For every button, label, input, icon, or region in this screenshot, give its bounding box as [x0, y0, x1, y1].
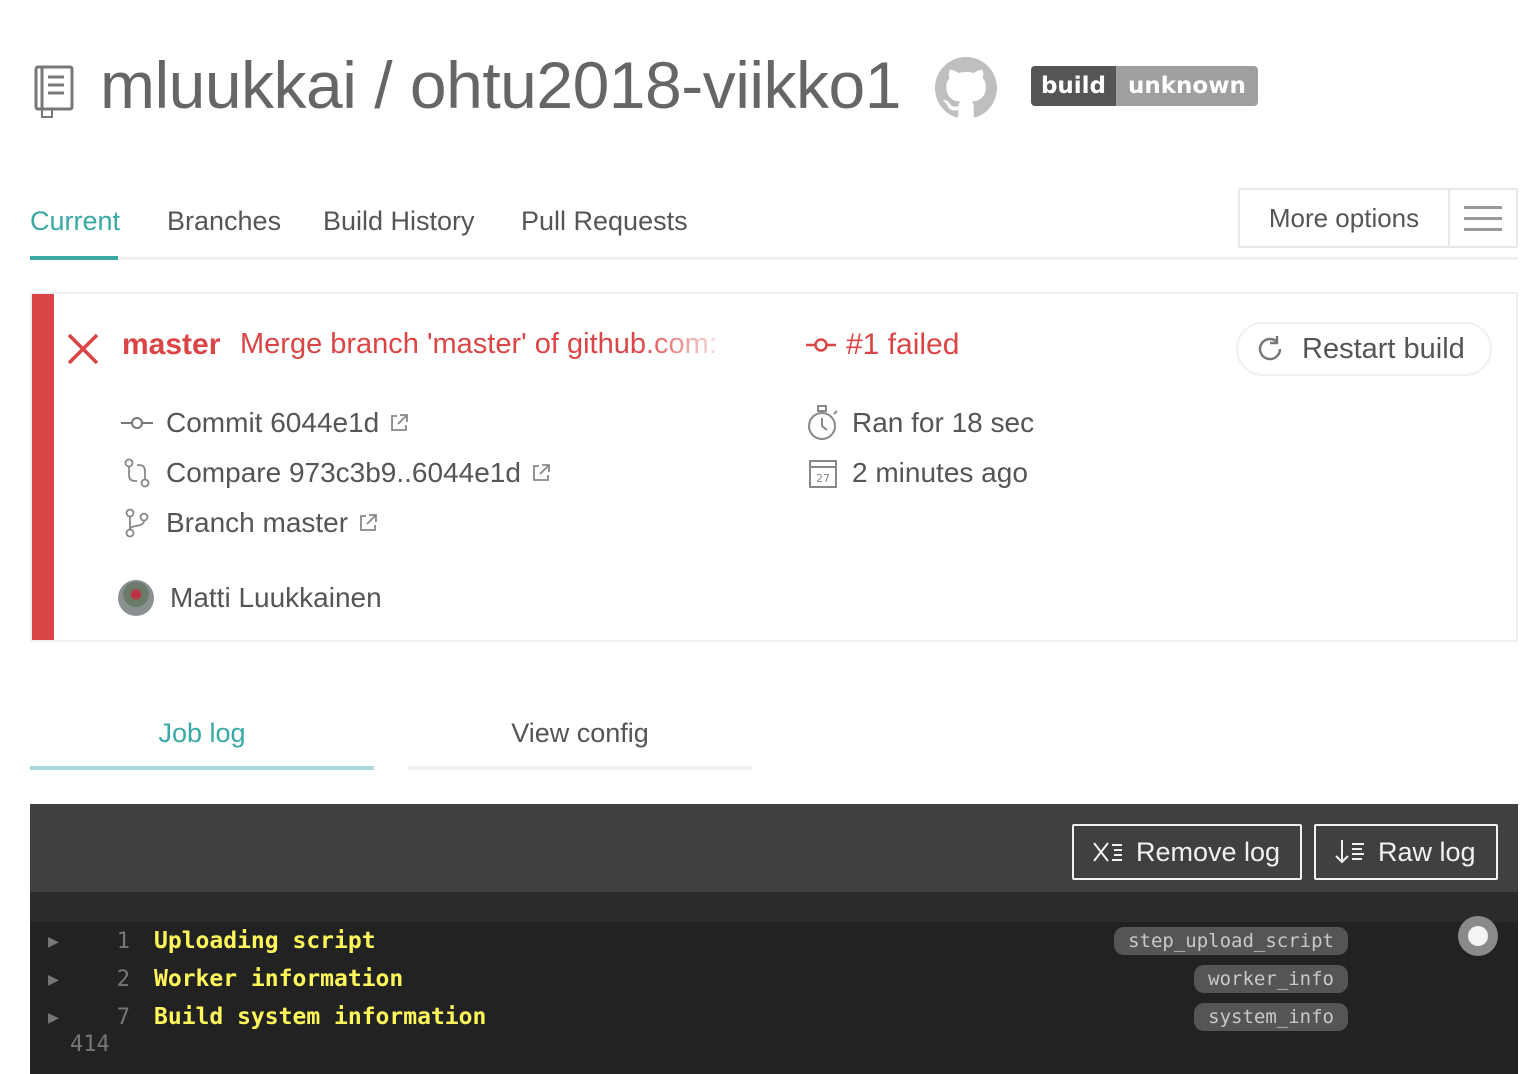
- fold-tag: worker_info: [1194, 965, 1348, 993]
- tab-job-log[interactable]: Job log: [30, 700, 374, 770]
- tab-branches[interactable]: Branches: [167, 206, 281, 237]
- external-link-icon[interactable]: [389, 413, 409, 433]
- log-band: [30, 892, 1518, 922]
- line-number[interactable]: 7: [90, 1005, 130, 1030]
- log-fold-title: Worker information: [154, 966, 404, 992]
- line-number[interactable]: 2: [90, 967, 130, 992]
- scroll-to-end-button[interactable]: [1458, 916, 1498, 956]
- author-row: Matti Luukkainen: [118, 580, 382, 616]
- external-link-icon[interactable]: [358, 513, 378, 533]
- build-status-text: #1 failed: [846, 328, 960, 361]
- repo-title[interactable]: mluukkai / ohtu2018-viikko1: [100, 47, 901, 123]
- duration-row: Ran for 18 sec: [806, 405, 1035, 440]
- compare-icon: [120, 456, 154, 490]
- repo-tabs: Current Branches Build History Pull Requ…: [30, 188, 1518, 260]
- build-number[interactable]: #1 failed: [806, 328, 959, 362]
- more-options-button[interactable]: More options: [1238, 188, 1518, 248]
- compare-link[interactable]: Compare 973c3b9..6044e1d: [166, 457, 521, 489]
- calendar-day: 27: [816, 472, 830, 485]
- log-body: ▶ 1 Uploading script step_upload_script …: [30, 922, 1518, 1036]
- expand-arrow-icon[interactable]: ▶: [48, 1007, 59, 1028]
- tab-pull-requests[interactable]: Pull Requests: [521, 206, 688, 237]
- fold-tag: system_info: [1194, 1003, 1348, 1031]
- more-options-label: More options: [1240, 190, 1450, 246]
- tab-current[interactable]: Current: [30, 206, 120, 237]
- remove-log-icon: [1093, 842, 1122, 862]
- commit-link[interactable]: Commit 6044e1d: [166, 407, 379, 439]
- restart-build-button[interactable]: Restart build: [1236, 322, 1492, 376]
- duration-text: Ran for 18 sec: [852, 407, 1035, 438]
- author-name: Matti Luukkainen: [170, 582, 382, 613]
- log-toolbar: Remove log Raw log: [30, 804, 1518, 892]
- tab-view-config[interactable]: View config: [408, 700, 752, 770]
- avatar: [118, 580, 154, 616]
- restart-build-label: Restart build: [1302, 332, 1465, 365]
- finished-row: 27 2 minutes ago: [806, 456, 1028, 490]
- repo-icon: [34, 65, 74, 118]
- commit-message: Merge branch 'master' of github.com:: [240, 328, 717, 360]
- failed-x-icon: [67, 333, 99, 365]
- commit-row: Commit 6044e1d: [120, 406, 409, 440]
- hamburger-icon: [1450, 190, 1516, 246]
- tab-build-history[interactable]: Build History: [323, 206, 475, 237]
- raw-log-button[interactable]: Raw log: [1314, 824, 1498, 880]
- line-number[interactable]: 1: [90, 929, 130, 954]
- external-link-icon[interactable]: [531, 463, 551, 483]
- compare-row: Compare 973c3b9..6044e1d: [120, 456, 551, 490]
- branch-name[interactable]: master: [122, 328, 220, 362]
- log-line[interactable]: ▶ 7 Build system information system_info: [30, 998, 1518, 1036]
- calendar-icon: 27: [806, 456, 840, 490]
- commit-icon: [120, 406, 154, 440]
- remove-log-button[interactable]: Remove log: [1072, 824, 1303, 880]
- log-fold-title: Build system information: [154, 1004, 487, 1030]
- fold-tag: step_upload_script: [1114, 927, 1348, 955]
- finished-text: 2 minutes ago: [852, 457, 1028, 488]
- branch-row: Branch master: [120, 506, 378, 540]
- badge-value: unknown: [1116, 66, 1258, 106]
- stopwatch-icon: [806, 405, 840, 440]
- restart-icon: [1258, 336, 1282, 361]
- log-fold-title: Uploading script: [154, 928, 376, 954]
- status-stripe: [32, 294, 54, 640]
- remove-log-label: Remove log: [1136, 836, 1281, 867]
- branch-icon: [120, 506, 154, 540]
- log-panel: Remove log Raw log ▶ 1 Uploading script …: [30, 804, 1518, 1074]
- log-line[interactable]: ▶ 1 Uploading script step_upload_script: [30, 922, 1518, 960]
- build-summary-card: master Merge branch 'master' of github.c…: [30, 292, 1518, 642]
- raw-log-label: Raw log: [1378, 836, 1476, 867]
- branch-link[interactable]: Branch master: [166, 507, 348, 539]
- expand-arrow-icon[interactable]: ▶: [48, 969, 59, 990]
- log-line[interactable]: ▶ 2 Worker information worker_info: [30, 960, 1518, 998]
- badge-label: build: [1030, 66, 1117, 106]
- github-icon[interactable]: [934, 57, 997, 119]
- repo-header: mluukkai / ohtu2018-viikko1 build unknow…: [30, 40, 1258, 130]
- raw-log-icon: [1335, 840, 1364, 864]
- commit-icon: [806, 338, 836, 352]
- active-tab-indicator: [30, 256, 118, 260]
- build-status-badge[interactable]: build unknown: [1030, 66, 1258, 106]
- line-number[interactable]: 414: [70, 1032, 110, 1057]
- expand-arrow-icon[interactable]: ▶: [48, 931, 59, 952]
